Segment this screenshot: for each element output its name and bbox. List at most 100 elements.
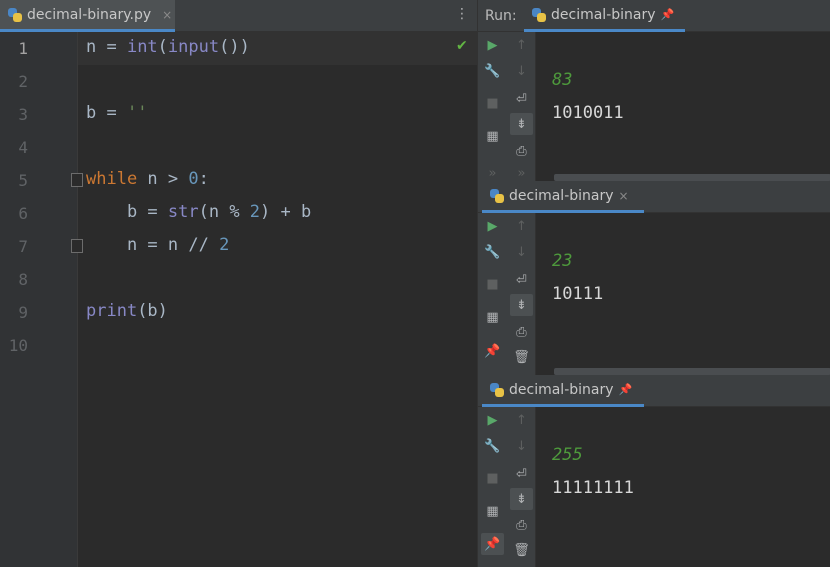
code-token: input	[167, 37, 220, 57]
trash-icon[interactable]: 🗑	[507, 346, 536, 368]
console-output[interactable]: 83 1010011	[536, 32, 830, 181]
scroll-to-end-icon[interactable]: ⇟	[510, 294, 533, 316]
line-number: 7	[18, 237, 28, 256]
run-tab-bar: decimal-binary 📌	[478, 375, 830, 407]
editor-tab-label: decimal-binary.py	[27, 6, 152, 23]
line-number: 9	[18, 303, 28, 322]
code-token: (n %	[198, 202, 250, 222]
console-input-text: 83	[552, 70, 573, 90]
restore-layout-icon[interactable]: ▦	[478, 125, 507, 147]
scroll-to-end-icon[interactable]: ⇟	[510, 488, 533, 510]
run-toolbar-left: ▶ 🔧 ■ ▦ 📌	[478, 407, 507, 567]
run-tab-bar: Run: decimal-binary 📌	[478, 0, 830, 32]
console-input-text: 255	[552, 445, 583, 465]
code-line[interactable]: n = n // 2	[86, 235, 229, 255]
up-arrow-icon[interactable]: ↑	[507, 34, 536, 56]
close-icon[interactable]: ×	[162, 8, 172, 22]
editor-tab-decimal-binary[interactable]: decimal-binary.py ×	[0, 0, 175, 32]
code-line[interactable]: b = str(n % 2) + b	[86, 202, 311, 222]
console-output[interactable]: 23 10111	[536, 213, 830, 375]
down-arrow-icon[interactable]: ↓	[507, 241, 536, 263]
down-arrow-icon[interactable]: ↓	[507, 435, 536, 457]
scroll-to-end-icon[interactable]: ⇟	[510, 113, 533, 135]
line-number: 5	[18, 171, 28, 190]
code-token: n >	[137, 169, 189, 189]
horizontal-scrollbar[interactable]	[554, 174, 830, 181]
code-token: (b)	[137, 301, 168, 321]
code-token: ())	[219, 37, 250, 57]
print-icon[interactable]: ⎙	[507, 321, 536, 343]
soft-wrap-icon[interactable]: ⏎	[507, 463, 536, 485]
code-token: (	[157, 37, 168, 57]
code-line[interactable]: b = ''	[86, 103, 147, 123]
code-line[interactable]: print(b)	[86, 301, 168, 321]
code-token: 0	[188, 169, 199, 189]
run-tab-label: decimal-binary	[551, 6, 656, 23]
code-token: :	[198, 169, 209, 189]
code-line[interactable]: n = int(input())	[86, 37, 250, 57]
code-token: int	[126, 37, 158, 57]
run-toolbar-right: ↑ ↓ ⏎ ⇟ ⎙ 🗑	[507, 213, 536, 375]
code-token: 2	[219, 235, 230, 255]
print-icon[interactable]: ⎙	[507, 514, 536, 536]
console-output[interactable]: 255 11111111	[536, 407, 830, 567]
soft-wrap-icon[interactable]: ⏎	[507, 269, 536, 291]
line-number: 1	[18, 39, 28, 58]
console-output-text: 1010011	[552, 103, 624, 123]
edit-config-icon[interactable]: 🔧	[478, 435, 507, 457]
code-token: str	[167, 202, 199, 222]
code-token: n = n //	[86, 235, 220, 255]
code-token: ) + b	[260, 202, 312, 222]
stop-icon[interactable]: ■	[478, 273, 507, 295]
python-icon	[490, 382, 504, 397]
console-output-text: 10111	[552, 284, 604, 304]
up-arrow-icon[interactable]: ↑	[507, 215, 536, 237]
run-tool-window: Run: decimal-binary 📌 ▶ 🔧 ■ ▦ » ↑ ↓ ⏎ ⇟ …	[477, 0, 830, 567]
code-token: 2	[249, 202, 261, 222]
run-tab-bar: decimal-binary ×	[478, 181, 830, 213]
more-options-icon[interactable]: ⋮	[455, 6, 469, 22]
line-number: 4	[18, 138, 28, 157]
run-tab-label: decimal-binary	[509, 187, 614, 204]
pin-icon[interactable]: 📌	[619, 383, 633, 396]
line-number: 8	[18, 270, 28, 289]
check-icon: ✔	[456, 38, 468, 54]
code-area[interactable]: n = int(input()) b = '' while n > 0: b = s…	[78, 32, 477, 567]
print-icon[interactable]: ⎙	[507, 140, 536, 162]
soft-wrap-icon[interactable]: ⏎	[507, 88, 536, 110]
console-input-text: 23	[552, 251, 573, 271]
line-number: 3	[18, 105, 28, 124]
close-icon[interactable]: ×	[619, 189, 629, 203]
pin-tab-icon[interactable]: 📌	[478, 340, 507, 362]
edit-config-icon[interactable]: 🔧	[478, 241, 507, 263]
restore-layout-icon[interactable]: ▦	[478, 306, 507, 328]
run-tab-decimal-binary-2[interactable]: decimal-binary ×	[482, 181, 644, 213]
run-tab-decimal-binary-1[interactable]: decimal-binary 📌	[524, 0, 685, 32]
editor-pane: decimal-binary.py × ⋮ 1 2 3 4 5 6 7 8 9 …	[0, 0, 477, 567]
rerun-icon[interactable]: ▶	[478, 34, 507, 56]
run-toolbar-left: ▶ 🔧 ■ ▦ 📌	[478, 213, 507, 375]
rerun-icon[interactable]: ▶	[478, 409, 507, 431]
horizontal-scrollbar[interactable]	[554, 368, 830, 375]
python-icon	[490, 188, 504, 203]
stop-icon[interactable]: ■	[478, 467, 507, 489]
run-tab-label: decimal-binary	[509, 381, 614, 398]
pin-icon[interactable]: 📌	[661, 8, 675, 21]
line-number: 10	[8, 336, 28, 355]
rerun-icon[interactable]: ▶	[478, 215, 507, 237]
down-arrow-icon[interactable]: ↓	[507, 60, 536, 82]
edit-config-icon[interactable]: 🔧	[478, 60, 507, 82]
stop-icon[interactable]: ■	[478, 92, 507, 114]
run-toolbar-right: ↑ ↓ ⏎ ⇟ ⎙ »	[507, 32, 536, 181]
code-token: ''	[126, 103, 148, 123]
code-line[interactable]: while n > 0:	[86, 169, 209, 189]
code-token: b =	[86, 103, 127, 123]
code-token: b =	[86, 202, 168, 222]
console-output-text: 11111111	[552, 478, 634, 498]
python-file-icon	[8, 7, 22, 22]
trash-icon[interactable]: 🗑	[507, 539, 536, 561]
restore-layout-icon[interactable]: ▦	[478, 500, 507, 522]
up-arrow-icon[interactable]: ↑	[507, 409, 536, 431]
run-tab-decimal-binary-3[interactable]: decimal-binary 📌	[482, 375, 644, 407]
pin-tab-icon[interactable]: 📌	[481, 533, 504, 555]
